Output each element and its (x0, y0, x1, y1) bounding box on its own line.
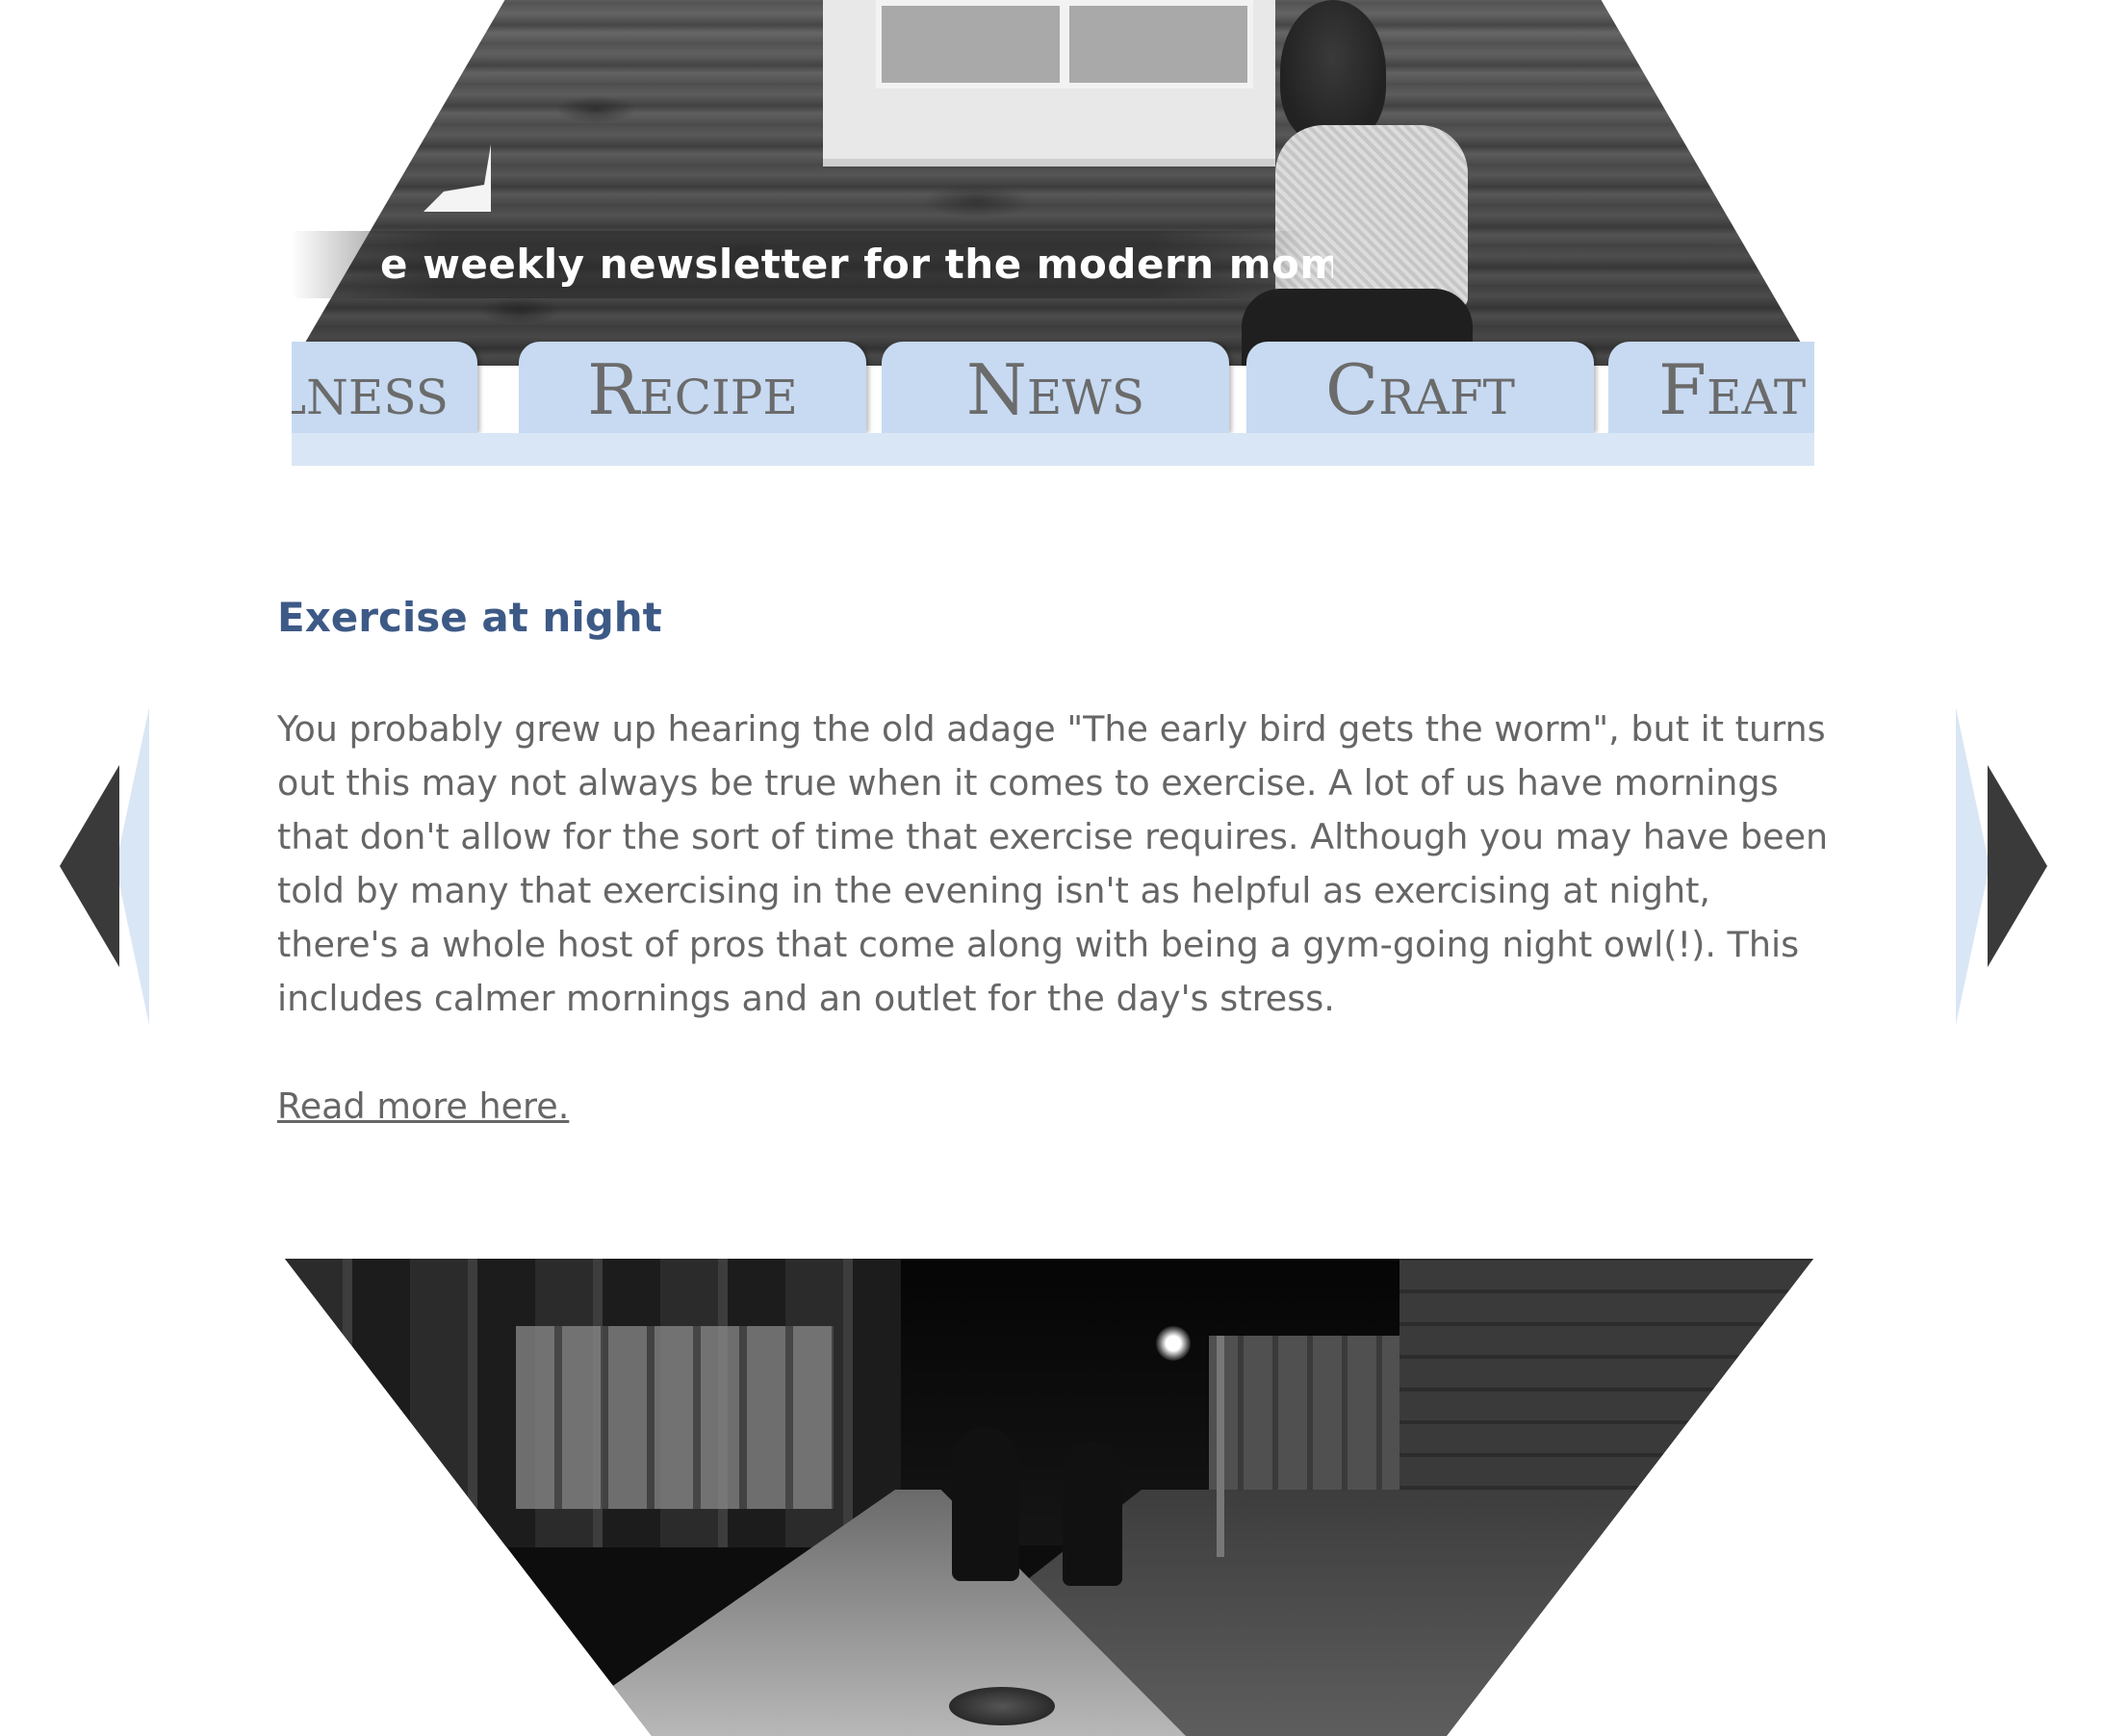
night-street-photo (285, 1259, 1813, 1736)
walker-figure (952, 1427, 1019, 1581)
window-image (823, 0, 1275, 166)
tab-wellness[interactable]: Wellness (292, 342, 477, 433)
read-more-link[interactable]: Read more here. (277, 1080, 569, 1134)
walker-figure (1063, 1442, 1122, 1586)
window-pane (876, 0, 1065, 89)
streetlight-glow (1156, 1326, 1191, 1361)
arrow-right-icon[interactable] (1988, 765, 2047, 967)
lit-storefront (516, 1326, 834, 1509)
right-side-band (1956, 707, 1989, 1025)
tab-label: Recipe (587, 349, 798, 430)
tab-feature[interactable]: Feat (1608, 342, 1814, 433)
lamp-pole (1217, 1336, 1224, 1557)
tab-label: Feat (1658, 349, 1807, 430)
tab-news[interactable]: News (882, 342, 1229, 433)
woman-figure-image (1222, 0, 1473, 366)
hair-shape (1280, 0, 1386, 144)
tab-craft[interactable]: Craft (1246, 342, 1594, 433)
tab-label: Craft (1325, 349, 1515, 430)
arrow-left-icon[interactable] (60, 765, 119, 967)
nav-base-bar (292, 433, 1814, 466)
newsletter-tagline: e weekly newsletter for the modern mom (380, 241, 1333, 288)
section-nav: Wellness Recipe News Craft Feat (292, 342, 1814, 433)
tab-recipe[interactable]: Recipe (519, 342, 866, 433)
building-right (1399, 1259, 1813, 1519)
header-photo (292, 0, 1814, 366)
article-body: You probably grew up hearing the old ada… (277, 708, 1829, 1019)
tab-label: Wellness (292, 349, 449, 430)
tab-label: News (965, 349, 1145, 430)
left-side-band (116, 707, 149, 1025)
article-title: Exercise at night (277, 594, 662, 641)
manhole-cover (949, 1687, 1055, 1725)
